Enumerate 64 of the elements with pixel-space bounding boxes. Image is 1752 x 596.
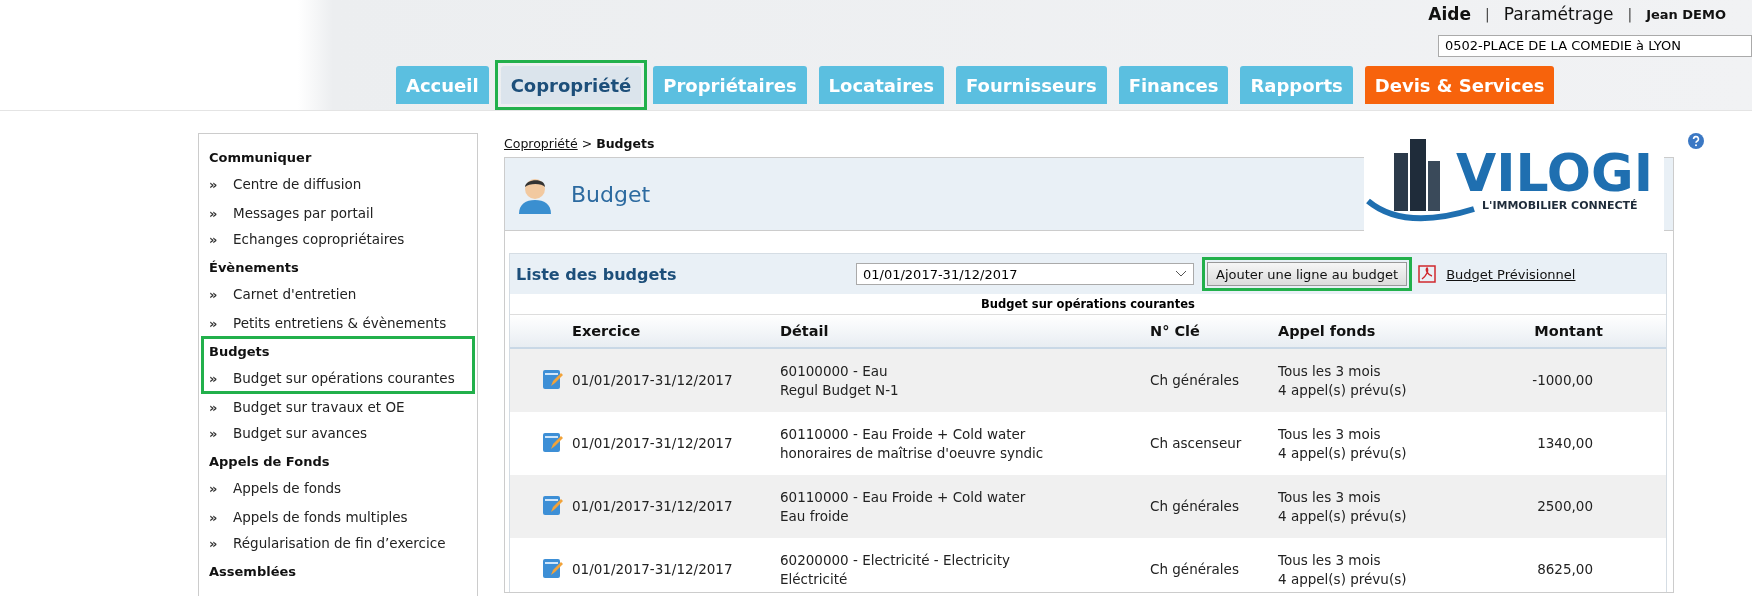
- add-line-button[interactable]: Ajouter une ligne au budget: [1207, 262, 1408, 286]
- column-header: Détail: [780, 323, 830, 339]
- table-cell-text: 01/01/2017-31/12/2017: [572, 497, 734, 516]
- sidebar-item[interactable]: » Centre de diffusion: [209, 171, 463, 197]
- table-cell-text: Tous les 3 mois 4 appel(s) prévu(s): [1278, 550, 1408, 589]
- sidebar-item[interactable]: » Echanges copropriétaires: [209, 226, 463, 252]
- sidebar-item[interactable]: » Budget sur avances: [209, 420, 463, 446]
- section-title: Appels de Fonds: [209, 453, 331, 471]
- panel-title: Budget: [571, 181, 651, 207]
- user-name[interactable]: Jean DEMO: [1646, 6, 1726, 22]
- section-title: Communiquer: [209, 149, 313, 167]
- table-cell-text: Ch générales: [1150, 371, 1240, 390]
- list-title: Liste des budgets: [516, 264, 678, 284]
- sidebar-item[interactable]: » Budget sur opérations courantes: [209, 365, 463, 391]
- sidebar-item[interactable]: » Carnet d'entretien: [209, 281, 463, 307]
- column-header: Montant: [1533, 323, 1603, 339]
- table-cell-text: Tous les 3 mois 4 appel(s) prévu(s): [1278, 361, 1408, 400]
- separator: |: [1485, 6, 1490, 23]
- table-cell-text: 60110000 - Eau Froide + Cold water Eau froide: [780, 487, 1027, 526]
- sidebar-item[interactable]: » Appels de fonds multiples: [209, 504, 463, 530]
- table-cell-text: 60100000 - Eau Regul Budget N-1: [780, 361, 900, 400]
- separator: |: [1627, 6, 1633, 23]
- table-cell-text: 60200000 - Electricité - Electricity Eléctricité: [780, 550, 1012, 589]
- table-cell-text: 2500,00: [1536, 497, 1594, 516]
- top-link[interactable]: Paramétrage: [1503, 4, 1614, 25]
- table-cell-text: Ch générales: [1150, 497, 1240, 516]
- breadcrumb-link[interactable]: Copropriété: [504, 135, 578, 151]
- table-cell-text: Ch générales: [1150, 560, 1240, 579]
- sidebar-item[interactable]: » Régularisation de fin d’exercice: [209, 530, 463, 556]
- breadcrumb-current: Budgets: [596, 135, 655, 151]
- table-cell-text: 01/01/2017-31/12/2017: [572, 371, 734, 390]
- forecast-budget-link[interactable]: Budget Prévisionnel: [1446, 266, 1576, 282]
- site-select[interactable]: 0502-PLACE DE LA COMEDIE à LYON: [1438, 34, 1752, 57]
- sidebar-item[interactable]: » Appels de fonds: [209, 475, 463, 501]
- sidebar-item[interactable]: » Petits entretiens & évènements: [209, 310, 463, 336]
- sidebar-item[interactable]: » Budget sur travaux et OE: [209, 394, 463, 420]
- section-title: Assemblées: [209, 563, 298, 581]
- top-link[interactable]: Aide: [1428, 4, 1472, 25]
- table-cell-text: Tous les 3 mois 4 appel(s) prévu(s): [1278, 424, 1408, 463]
- help-icon[interactable]: [1688, 133, 1704, 149]
- section-title: Évènements: [209, 259, 300, 277]
- nav-tab[interactable]: Copropriété: [500, 66, 642, 104]
- column-header: Exercice: [572, 323, 642, 339]
- breadcrumb-separator: >: [581, 135, 593, 151]
- table-cell-text: 8625,00: [1536, 560, 1594, 579]
- table-cell-text: 01/01/2017-31/12/2017: [572, 560, 734, 579]
- table-subtitle: Budget sur opérations courantes: [980, 296, 1196, 313]
- table-cell-text: 60110000 - Eau Froide + Cold water honoraires de maîtrise d'oeuvre syndic: [780, 424, 1045, 463]
- period-select[interactable]: 01/01/2017-31/12/2017: [856, 263, 1194, 285]
- table-cell-text: Tous les 3 mois 4 appel(s) prévu(s): [1278, 487, 1408, 526]
- caret-icon: [1175, 270, 1187, 278]
- edit-icon[interactable]: [542, 556, 564, 579]
- table-cell-text: Ch ascenseur: [1150, 434, 1243, 453]
- section-title: Budgets: [209, 343, 271, 361]
- table-cell-text: 01/01/2017-31/12/2017: [572, 434, 734, 453]
- edit-icon[interactable]: [542, 367, 564, 390]
- column-header: N° Clé: [1150, 323, 1201, 339]
- table-cell-text: 1340,00: [1536, 434, 1594, 453]
- table-cell-text: -1000,00: [1531, 371, 1594, 390]
- column-header: Appel fonds: [1278, 323, 1377, 339]
- edit-icon[interactable]: [542, 430, 564, 453]
- pdf-icon: [1418, 265, 1439, 283]
- edit-icon[interactable]: [542, 493, 564, 516]
- sidebar-item[interactable]: » Messages par portail: [209, 200, 463, 226]
